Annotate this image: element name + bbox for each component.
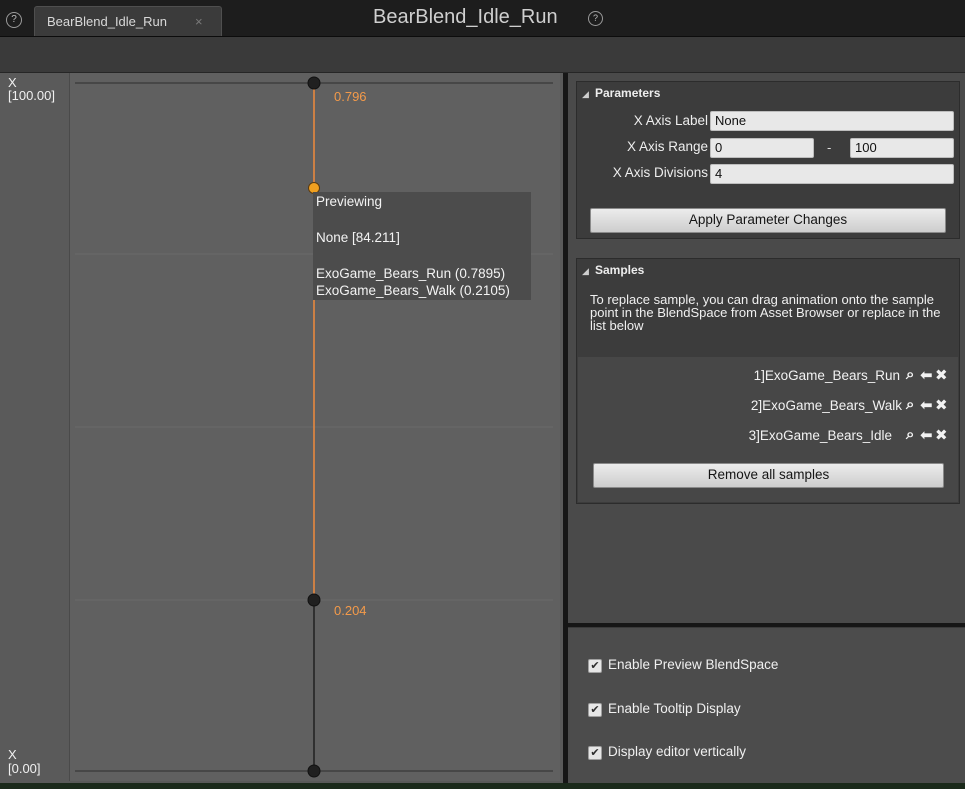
sample-item: 1]ExoGame_Bears_Run bbox=[753, 368, 900, 383]
axis-bottom-value: [0.00] bbox=[8, 761, 41, 776]
x-axis-range-max-field[interactable]: 100 bbox=[850, 138, 954, 158]
collapse-triangle-icon[interactable]: ◢ bbox=[582, 266, 589, 277]
display-vertically-checkbox[interactable]: ✔ bbox=[588, 746, 602, 760]
x-axis-divisions-label: X Axis Divisions bbox=[612, 165, 708, 180]
samples-header[interactable]: Samples bbox=[595, 263, 644, 277]
browse-asset-icon[interactable]: ⌕ bbox=[906, 396, 914, 413]
help-icon[interactable]: ? bbox=[588, 11, 603, 26]
enable-preview-checkbox[interactable]: ✔ bbox=[588, 659, 602, 673]
collapse-triangle-icon[interactable]: ◢ bbox=[582, 89, 589, 100]
x-axis-label-label: X Axis Label bbox=[633, 113, 708, 128]
preview-tooltip: Previewing None [84.211] ExoGame_Bears_R… bbox=[313, 192, 531, 300]
enable-tooltip-checkbox[interactable]: ✔ bbox=[588, 703, 602, 717]
sample-item: 3]ExoGame_Bears_Idle bbox=[748, 428, 892, 443]
samples-description: To replace sample, you can drag animatio… bbox=[590, 292, 941, 333]
x-axis-label-field[interactable]: None bbox=[710, 111, 954, 131]
browse-asset-icon[interactable]: ⌕ bbox=[906, 366, 914, 383]
display-vertically-label: Display editor vertically bbox=[608, 744, 747, 759]
enable-preview-label: Enable Preview BlendSpace bbox=[608, 657, 779, 672]
axis-bottom-name: X bbox=[8, 747, 17, 762]
remove-sample-icon[interactable]: ✖ bbox=[935, 366, 948, 384]
tooltip-entry: ExoGame_Bears_Walk (0.2105) bbox=[316, 283, 510, 298]
tooltip-title: Previewing bbox=[316, 194, 383, 209]
close-icon[interactable]: × bbox=[195, 14, 203, 29]
tooltip-position: None [84.211] bbox=[316, 230, 400, 245]
document-tab[interactable]: BearBlend_Idle_Run × bbox=[34, 6, 222, 36]
remove-all-samples-button[interactable]: Remove all samples bbox=[593, 463, 944, 488]
sample-item: 2]ExoGame_Bears_Walk bbox=[750, 398, 902, 413]
enable-tooltip-label: Enable Tooltip Display bbox=[608, 701, 741, 716]
title-bar bbox=[0, 37, 965, 73]
range-separator: - bbox=[827, 140, 832, 155]
use-selected-asset-icon[interactable]: ⬅ bbox=[920, 366, 933, 384]
apply-parameter-changes-button[interactable]: Apply Parameter Changes bbox=[590, 208, 946, 233]
blendspace-graph-area[interactable] bbox=[69, 73, 560, 781]
remove-sample-icon[interactable]: ✖ bbox=[935, 426, 948, 444]
x-axis-range-min-field[interactable]: 0 bbox=[710, 138, 814, 158]
bottom-strip bbox=[0, 783, 965, 789]
parameters-header[interactable]: Parameters bbox=[595, 86, 660, 100]
remove-sample-icon[interactable]: ✖ bbox=[935, 396, 948, 414]
use-selected-asset-icon[interactable]: ⬅ bbox=[920, 426, 933, 444]
help-icon[interactable]: ? bbox=[6, 12, 22, 28]
page-title: BearBlend_Idle_Run bbox=[373, 6, 558, 28]
x-axis-divisions-field[interactable]: 4 bbox=[710, 164, 954, 184]
tooltip-entry: ExoGame_Bears_Run (0.7895) bbox=[316, 266, 506, 281]
sample-weight-top: 0.796 bbox=[334, 89, 367, 104]
axis-top-value: [100.00] bbox=[8, 88, 55, 103]
browse-asset-icon[interactable]: ⌕ bbox=[906, 426, 914, 443]
x-axis-range-label: X Axis Range bbox=[626, 139, 708, 154]
use-selected-asset-icon[interactable]: ⬅ bbox=[920, 396, 933, 414]
sample-weight-bottom: 0.204 bbox=[334, 603, 367, 618]
document-tab-label: BearBlend_Idle_Run bbox=[47, 14, 167, 29]
